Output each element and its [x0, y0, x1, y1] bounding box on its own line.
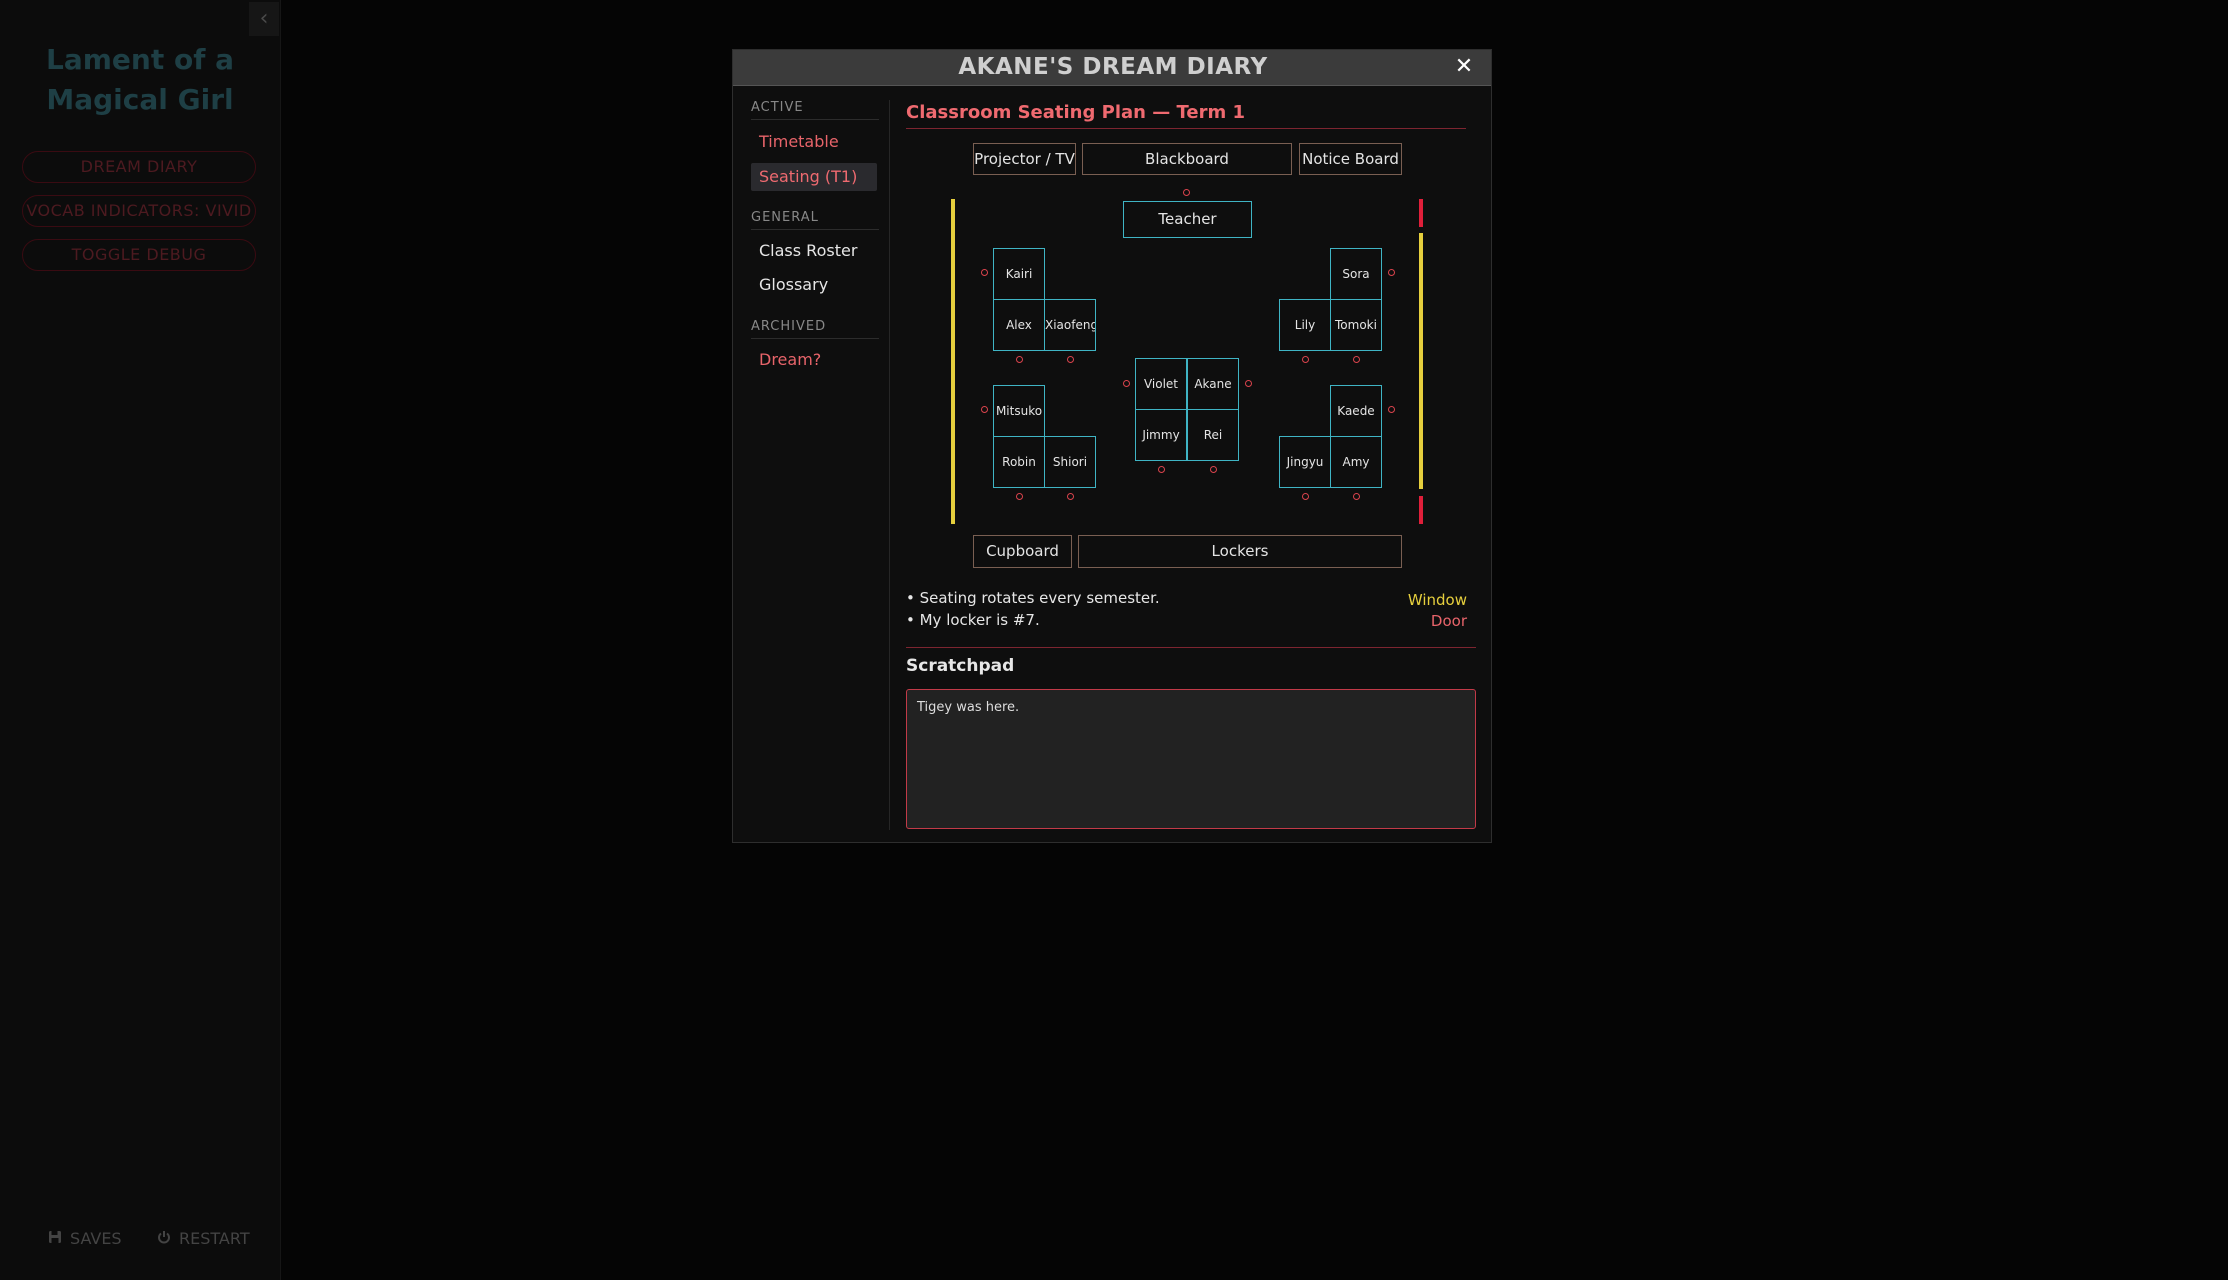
- restart-button[interactable]: RESTART: [155, 1227, 250, 1251]
- nav-heading-active: ACTIVE: [751, 100, 879, 120]
- chair: [1158, 466, 1165, 473]
- chair: [1302, 356, 1309, 363]
- desk-amy: Amy: [1330, 436, 1382, 488]
- dream-diary-button[interactable]: DREAM DIARY: [22, 151, 256, 183]
- nav-item-class-roster[interactable]: Class Roster: [751, 237, 877, 265]
- desk-xiaofeng: Xiaofeng: [1044, 299, 1096, 351]
- nav-heading-general: GENERAL: [751, 210, 879, 230]
- desk-kairi: Kairi: [993, 248, 1045, 300]
- nav-item-timetable[interactable]: Timetable: [751, 128, 877, 156]
- note-seating-rotation: • Seating rotates every semester.: [906, 589, 1160, 607]
- nav-item-seating[interactable]: Seating (T1): [751, 163, 877, 191]
- nav-item-glossary[interactable]: Glossary: [751, 271, 877, 299]
- desk-violet: Violet: [1135, 358, 1187, 410]
- window-wall-right: [1419, 233, 1423, 489]
- lockers-box: Lockers: [1078, 535, 1402, 568]
- chair: [1245, 380, 1252, 387]
- chair: [1016, 356, 1023, 363]
- desk-jingyu: Jingyu: [1279, 436, 1331, 488]
- chair: [1353, 356, 1360, 363]
- desk-robin: Robin: [993, 436, 1045, 488]
- chair: [1388, 269, 1395, 276]
- chair: [1123, 380, 1130, 387]
- chair: [981, 406, 988, 413]
- chair: [1183, 189, 1190, 196]
- chair: [981, 269, 988, 276]
- desk-alex: Alex: [993, 299, 1045, 351]
- desk-akane: Akane: [1187, 358, 1239, 410]
- chair: [1210, 466, 1217, 473]
- story-title: Lament of a Magical Girl: [45, 43, 235, 116]
- nav-heading-archived: ARCHIVED: [751, 319, 879, 339]
- chair: [1388, 406, 1395, 413]
- chair: [1067, 493, 1074, 500]
- dream-diary-dialog: AKANE'S DREAM DIARY ✕ ACTIVE Timetable S…: [732, 49, 1492, 843]
- cupboard-box: Cupboard: [973, 535, 1072, 568]
- dialog-title-bar: AKANE'S DREAM DIARY ✕: [733, 50, 1491, 86]
- desk-kaede: Kaede: [1330, 385, 1382, 437]
- desk-sora: Sora: [1330, 248, 1382, 300]
- saves-label: SAVES: [70, 1229, 122, 1248]
- page-title: Classroom Seating Plan — Term 1: [906, 100, 1466, 129]
- legend-door: Door: [1430, 612, 1467, 630]
- teacher-desk: Teacher: [1123, 201, 1252, 238]
- projector-box: Projector / TV: [973, 143, 1076, 175]
- toggle-debug-button[interactable]: TOGGLE DEBUG: [22, 239, 256, 271]
- desk-mitsuko: Mitsuko: [993, 385, 1045, 437]
- notice-board-box: Notice Board: [1299, 143, 1402, 175]
- desk-tomoki: Tomoki: [1330, 299, 1382, 351]
- chair: [1302, 493, 1309, 500]
- door-top: [1419, 199, 1423, 227]
- dialog-title: AKANE'S DREAM DIARY: [958, 54, 1268, 80]
- nav-item-dream[interactable]: Dream?: [751, 346, 877, 374]
- scratchpad-title: Scratchpad: [906, 656, 1015, 676]
- legend-window: Window: [1407, 591, 1467, 609]
- saves-button[interactable]: SAVES: [46, 1227, 122, 1251]
- desk-lily: Lily: [1279, 299, 1331, 351]
- chair: [1067, 356, 1074, 363]
- vocab-indicators-button[interactable]: VOCAB INDICATORS: VIVID: [22, 195, 256, 227]
- floppy-disk-icon: [46, 1227, 64, 1251]
- note-locker: • My locker is #7.: [906, 611, 1040, 629]
- desk-rei: Rei: [1187, 409, 1239, 461]
- scratchpad-divider: [906, 647, 1476, 648]
- desk-jimmy: Jimmy: [1135, 409, 1187, 461]
- power-icon: [155, 1227, 173, 1251]
- scratchpad-textarea[interactable]: Tigey was here.: [906, 689, 1476, 829]
- story-sidebar: ‹ Lament of a Magical Girl DREAM DIARY V…: [0, 0, 281, 1280]
- close-icon[interactable]: ✕: [1449, 50, 1479, 85]
- door-bottom: [1419, 496, 1423, 524]
- collapse-sidebar-icon[interactable]: ‹: [249, 2, 279, 36]
- chair: [1016, 493, 1023, 500]
- desk-shiori: Shiori: [1044, 436, 1096, 488]
- window-wall: [951, 199, 955, 524]
- nav-divider: [889, 100, 890, 830]
- restart-label: RESTART: [179, 1229, 250, 1248]
- blackboard-box: Blackboard: [1082, 143, 1292, 175]
- chair: [1353, 493, 1360, 500]
